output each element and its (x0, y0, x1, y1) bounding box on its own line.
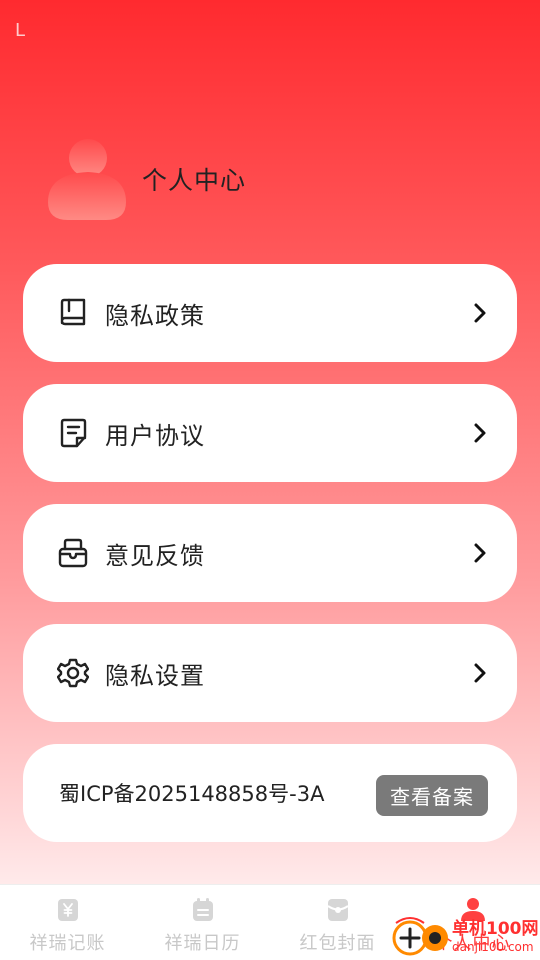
red-envelope-icon (325, 897, 351, 923)
page-title: 个人中心 (142, 166, 247, 195)
icp-record-card: 蜀ICP备2025148858号-3A 查看备案 (23, 744, 517, 842)
menu-item-user-agreement[interactable]: 用户协议 (23, 384, 517, 482)
chevron-right-icon (471, 302, 489, 324)
view-record-button[interactable]: 查看备案 (376, 775, 488, 816)
menu-item-label: 用户协议 (105, 421, 205, 450)
user-avatar-icon[interactable] (46, 136, 128, 222)
tab-bookkeeping[interactable]: 祥瑞记账 (0, 885, 135, 960)
calendar-icon (190, 897, 216, 923)
yen-note-icon (55, 897, 81, 923)
document-icon (57, 417, 89, 449)
tab-label: 祥瑞记账 (29, 933, 106, 954)
menu-item-privacy-settings[interactable]: 隐私设置 (23, 624, 517, 722)
status-indicator: L (15, 20, 26, 41)
chevron-right-icon (471, 422, 489, 444)
chevron-right-icon (471, 662, 489, 684)
tab-label: 祥瑞日历 (164, 933, 241, 954)
icp-number: 蜀ICP备2025148858号-3A (59, 782, 325, 806)
menu-item-label: 隐私政策 (105, 301, 205, 330)
gear-icon (57, 657, 89, 689)
menu-item-label: 隐私设置 (105, 661, 205, 690)
menu-item-label: 意见反馈 (105, 541, 205, 570)
tab-calendar[interactable]: 祥瑞日历 (135, 885, 270, 960)
watermark-url: danji100.com (452, 940, 534, 954)
chevron-right-icon (471, 542, 489, 564)
menu-item-feedback[interactable]: 意见反馈 (23, 504, 517, 602)
book-icon (57, 297, 89, 329)
feedback-box-icon (57, 537, 89, 569)
site-watermark: 单机100网 danji100.com (390, 914, 540, 960)
watermark-logo-icon (390, 915, 450, 959)
watermark-text: 单机100网 danji100.com (452, 919, 539, 954)
watermark-title: 单机100网 (452, 919, 539, 939)
profile-header: 个人中心 (46, 136, 246, 222)
tab-red-envelope[interactable]: 红包封面 (270, 885, 405, 960)
tab-label: 红包封面 (299, 933, 376, 954)
menu-item-privacy-policy[interactable]: 隐私政策 (23, 264, 517, 362)
